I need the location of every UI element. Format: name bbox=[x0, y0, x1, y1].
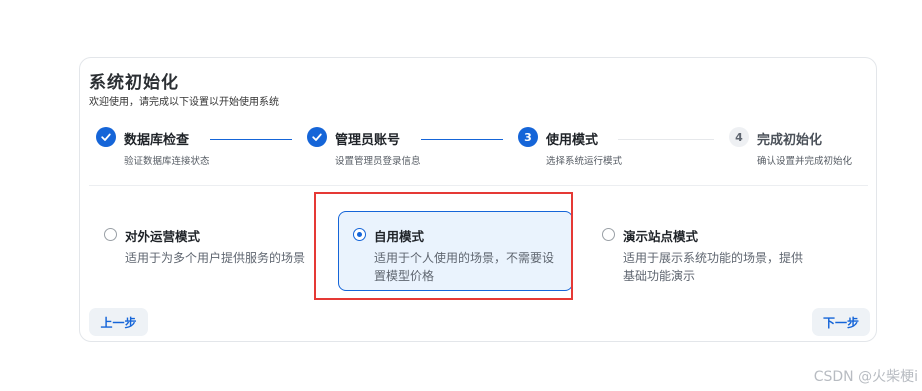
option-desc: 适用于展示系统功能的场景，提供基础功能演示 bbox=[623, 251, 804, 283]
step-connector bbox=[421, 139, 503, 140]
step-number: 3 bbox=[518, 127, 538, 147]
step-label: 数据库检查 bbox=[124, 133, 190, 148]
step-desc: 选择系统运行模式 bbox=[546, 156, 623, 167]
option-desc: 适用于个人使用的场景，不需要设置模型价格 bbox=[374, 251, 555, 283]
check-icon bbox=[96, 127, 116, 147]
step-connector bbox=[210, 139, 292, 140]
step-number: 4 bbox=[729, 127, 749, 147]
radio-button[interactable] bbox=[602, 228, 615, 241]
prev-button[interactable]: 上一步 bbox=[89, 308, 148, 336]
radio-button[interactable] bbox=[104, 228, 117, 241]
page-subtitle: 欢迎使用，请完成以下设置以开始使用系统 bbox=[89, 97, 279, 108]
step-desc: 设置管理员登录信息 bbox=[335, 156, 421, 167]
step-label: 管理员账号 bbox=[335, 133, 401, 148]
divider bbox=[89, 185, 868, 186]
radio-button[interactable] bbox=[353, 228, 366, 241]
next-button[interactable]: 下一步 bbox=[812, 308, 870, 336]
step-label: 完成初始化 bbox=[757, 133, 823, 148]
step-desc: 确认设置并完成初始化 bbox=[757, 156, 853, 167]
option-title: 自用模式 bbox=[374, 229, 425, 244]
option-title: 对外运营模式 bbox=[125, 229, 201, 244]
watermark: CSDN @火柴梗i bbox=[813, 369, 918, 385]
step-connector bbox=[618, 139, 714, 140]
check-icon bbox=[307, 127, 327, 147]
option-title: 演示站点模式 bbox=[623, 229, 699, 244]
setup-card: 系统初始化 欢迎使用，请完成以下设置以开始使用系统 数据库检查 验证数据库连接状… bbox=[79, 57, 877, 342]
step-label: 使用模式 bbox=[546, 133, 599, 148]
option-desc: 适用于为多个用户提供服务的场景 bbox=[125, 251, 306, 265]
step-desc: 验证数据库连接状态 bbox=[124, 156, 210, 167]
page-title: 系统初始化 bbox=[89, 73, 179, 93]
